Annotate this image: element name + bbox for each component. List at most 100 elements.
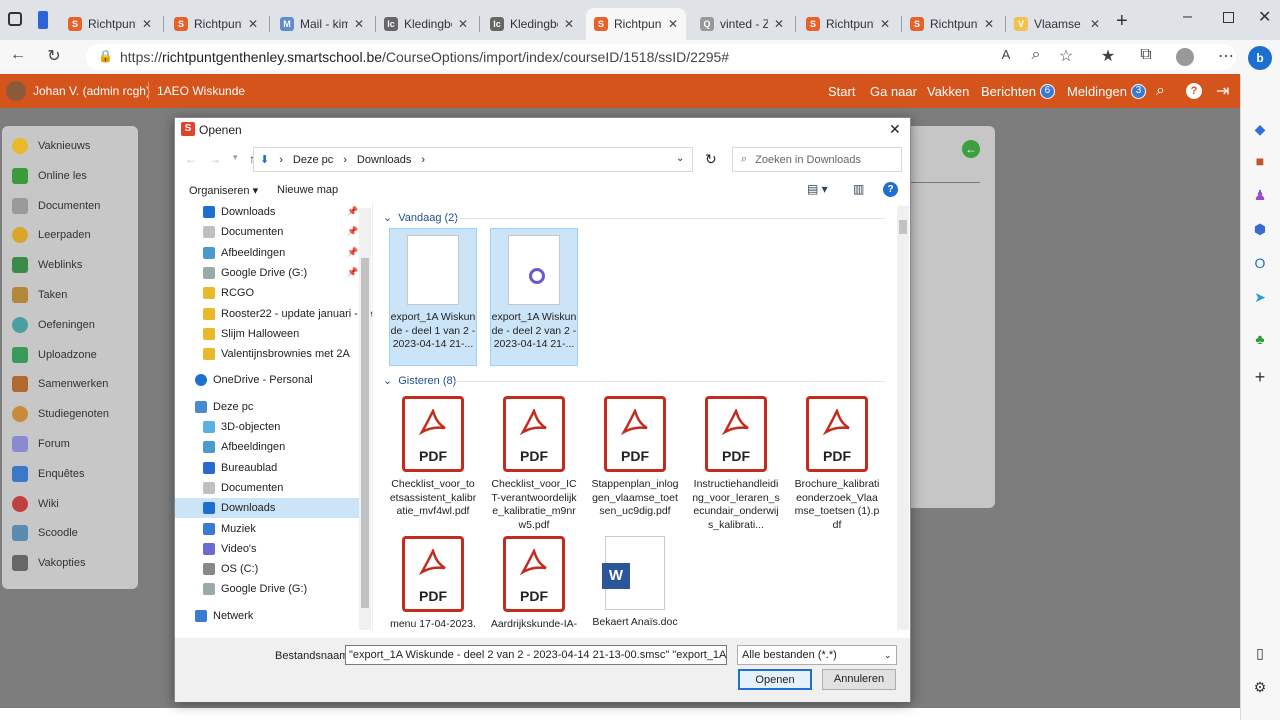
group-header[interactable]: ⌄ Gisteren (8) [383, 374, 456, 388]
file-item[interactable]: PDF Instructiehandleiding_voor_leraren_se… [692, 396, 780, 532]
nav-pc-item[interactable]: Downloads [175, 498, 359, 519]
more-icon[interactable]: ⋯ [1214, 46, 1238, 66]
nav-pc-item[interactable]: Bureaublad [203, 458, 359, 478]
filelist-scroll-thumb[interactable] [899, 220, 907, 234]
browser-tab[interactable]: S Richtpunt C ✕ [798, 8, 898, 40]
nav-pc-item[interactable]: 3D-objecten [203, 417, 359, 437]
bing-icon[interactable]: b [1248, 46, 1272, 70]
favorites-icon[interactable]: ★ [1096, 46, 1120, 66]
sidebar-outlook-icon[interactable]: O [1251, 254, 1269, 272]
read-aloud-icon[interactable]: A [994, 47, 1018, 62]
tab-close-icon[interactable]: ✕ [774, 17, 784, 31]
back-icon[interactable]: ← [6, 46, 30, 64]
course-menu-item[interactable]: Oefeningen [12, 315, 95, 335]
help-icon[interactable]: ? [883, 182, 898, 197]
file-item[interactable]: PDF Checklist_voor_ICT-verantwoordelijke_… [490, 396, 578, 532]
browser-tab[interactable]: S Richtpunt C ✕ [902, 8, 1002, 40]
zoom-icon[interactable]: ⌕ [1024, 46, 1048, 64]
tab-close-icon[interactable]: ✕ [668, 17, 678, 31]
course-menu-item[interactable]: Samenwerken [12, 374, 108, 394]
tab-close-icon[interactable]: ✕ [458, 17, 468, 31]
new-folder-button[interactable]: Nieuwe map [277, 184, 338, 196]
tab-close-icon[interactable]: ✕ [142, 17, 152, 31]
tab-close-icon[interactable]: ✕ [564, 17, 574, 31]
filelist-scrollbar[interactable] [897, 206, 909, 630]
course-menu-item[interactable]: Taken [12, 285, 67, 305]
nav-ganaar[interactable]: Ga naar [870, 74, 917, 108]
browser-tab[interactable]: S Richtpunt campus ✕ [166, 8, 266, 40]
browser-tab[interactable]: M Mail - kim ✕ [272, 8, 372, 40]
course-menu-item[interactable]: Leerpaden [12, 225, 91, 245]
nav-pc-item[interactable]: Afbeeldingen [203, 437, 359, 457]
nav-berichten[interactable]: Berichten 6 [981, 74, 1055, 108]
sidebar-tree-icon[interactable]: ♣ [1251, 330, 1269, 348]
browser-tab[interactable]: V Vlaamse to ✕ [1006, 8, 1108, 40]
back-arrow-icon[interactable]: ← [962, 140, 980, 158]
sidebar-settings-icon[interactable]: ⚙ [1251, 678, 1269, 696]
sidebar-send-icon[interactable]: ➤ [1251, 288, 1269, 306]
navpane-scrollbar[interactable] [359, 208, 371, 630]
nav-onedrive[interactable]: OneDrive - Personal [195, 370, 313, 390]
file-item[interactable]: PDF Stappenplan_inloggen_vlaamse_toetsen_… [591, 396, 679, 532]
new-tab-icon[interactable]: + [1116, 10, 1128, 33]
nav-thispc[interactable]: Deze pc [195, 397, 253, 417]
help-icon[interactable]: ? [1186, 74, 1202, 108]
nav-start[interactable]: Start [828, 74, 855, 108]
nav-quick-item[interactable]: Slijm Halloween [203, 324, 359, 344]
browser-tab[interactable]: lc Kledingbon ✕ [376, 8, 476, 40]
file-item[interactable]: PDF Brochure_kalibratieonderzoek_Vlaamse_… [793, 396, 881, 532]
user-name[interactable]: Johan V. (admin rcgh) [33, 84, 150, 98]
minimize-icon[interactable]: – [1183, 8, 1192, 26]
browser-tab[interactable]: lc Kledingbon ✕ [482, 8, 582, 40]
search-input[interactable]: ⌕ Zoeken in Downloads [732, 147, 902, 172]
nav-pc-item[interactable]: Google Drive (G:) [203, 579, 359, 599]
dlg-refresh-icon[interactable]: ↻ [705, 151, 717, 168]
search-icon[interactable]: ⌕ [1156, 74, 1165, 108]
sidebar-add-icon[interactable]: + [1251, 368, 1269, 386]
nav-quick-item[interactable]: Downloads [203, 202, 359, 222]
nav-pc-item[interactable]: Documenten [203, 478, 359, 498]
navpane-scroll-thumb[interactable] [361, 258, 369, 608]
tab-close-icon[interactable]: ✕ [248, 17, 258, 31]
file-type-select[interactable]: Alle bestanden (*.*) ⌄ [737, 645, 897, 665]
dlg-back-icon[interactable]: ← [185, 152, 197, 166]
course-menu-item[interactable]: Enquêtes [12, 464, 84, 484]
logout-icon[interactable]: ⇥ [1216, 74, 1229, 108]
breadcrumb-item[interactable]: Deze pc [293, 154, 333, 166]
tab-close-icon[interactable]: ✕ [984, 17, 994, 31]
nav-quick-item[interactable]: Afbeeldingen [203, 243, 359, 263]
nav-quick-item[interactable]: Google Drive (G:) [203, 263, 359, 283]
course-menu-item[interactable]: Uploadzone [12, 345, 97, 365]
dlg-recent-icon[interactable]: ▾ [233, 152, 238, 163]
breadcrumb[interactable]: ⬇ › Deze pc › Downloads › ⌄ [253, 147, 693, 172]
sidebar-tools-icon[interactable]: ♟ [1251, 186, 1269, 204]
tab-close-icon[interactable]: ✕ [354, 17, 364, 31]
tab-close-icon[interactable]: ✕ [1090, 17, 1100, 31]
favorite-add-icon[interactable]: ☆ [1054, 46, 1078, 66]
nav-pc-item[interactable]: Video's [203, 539, 359, 559]
open-button[interactable]: Openen [738, 669, 812, 690]
restore-icon[interactable] [1223, 12, 1234, 23]
file-item[interactable]: PDF Aardrijkskunde-IA-1ste leerjaar [490, 536, 578, 630]
sidebar-office-icon[interactable]: ⬢ [1251, 220, 1269, 238]
dlg-forward-icon[interactable]: → [209, 152, 221, 166]
file-item[interactable]: export_1A Wiskunde - deel 2 van 2 - 2023… [490, 228, 578, 366]
course-name[interactable]: 1AEO Wiskunde [157, 84, 245, 98]
browser-tab[interactable]: S Richtpunt campus ✕ [60, 8, 160, 40]
course-menu-item[interactable]: Forum [12, 434, 70, 454]
nav-quick-item[interactable]: Documenten [203, 222, 359, 242]
sidebar-panel-icon[interactable]: ▯ [1251, 644, 1269, 662]
sidebar-shopping-icon[interactable]: ■ [1251, 152, 1269, 170]
course-menu-item[interactable]: Vakopties [12, 553, 86, 573]
cancel-button[interactable]: Annuleren [822, 669, 896, 690]
chevron-down-icon[interactable]: ⌄ [676, 153, 684, 164]
breadcrumb-item[interactable]: Downloads [357, 154, 411, 166]
tab-actions-icon[interactable] [8, 12, 22, 26]
file-item[interactable]: PDF menu 17-04-2023.pdf [389, 536, 477, 630]
nav-quick-item[interactable]: Valentijnsbrownies met 2A [203, 344, 359, 364]
browser-tab[interactable]: S Richtpunt C ✕ [586, 8, 686, 40]
nav-pc-item[interactable]: OS (C:) [203, 559, 359, 579]
profile-avatar[interactable] [1176, 48, 1194, 66]
file-item[interactable]: W Bekaert Anaïs.docx [591, 536, 679, 630]
workspaces-icon[interactable] [38, 11, 48, 29]
